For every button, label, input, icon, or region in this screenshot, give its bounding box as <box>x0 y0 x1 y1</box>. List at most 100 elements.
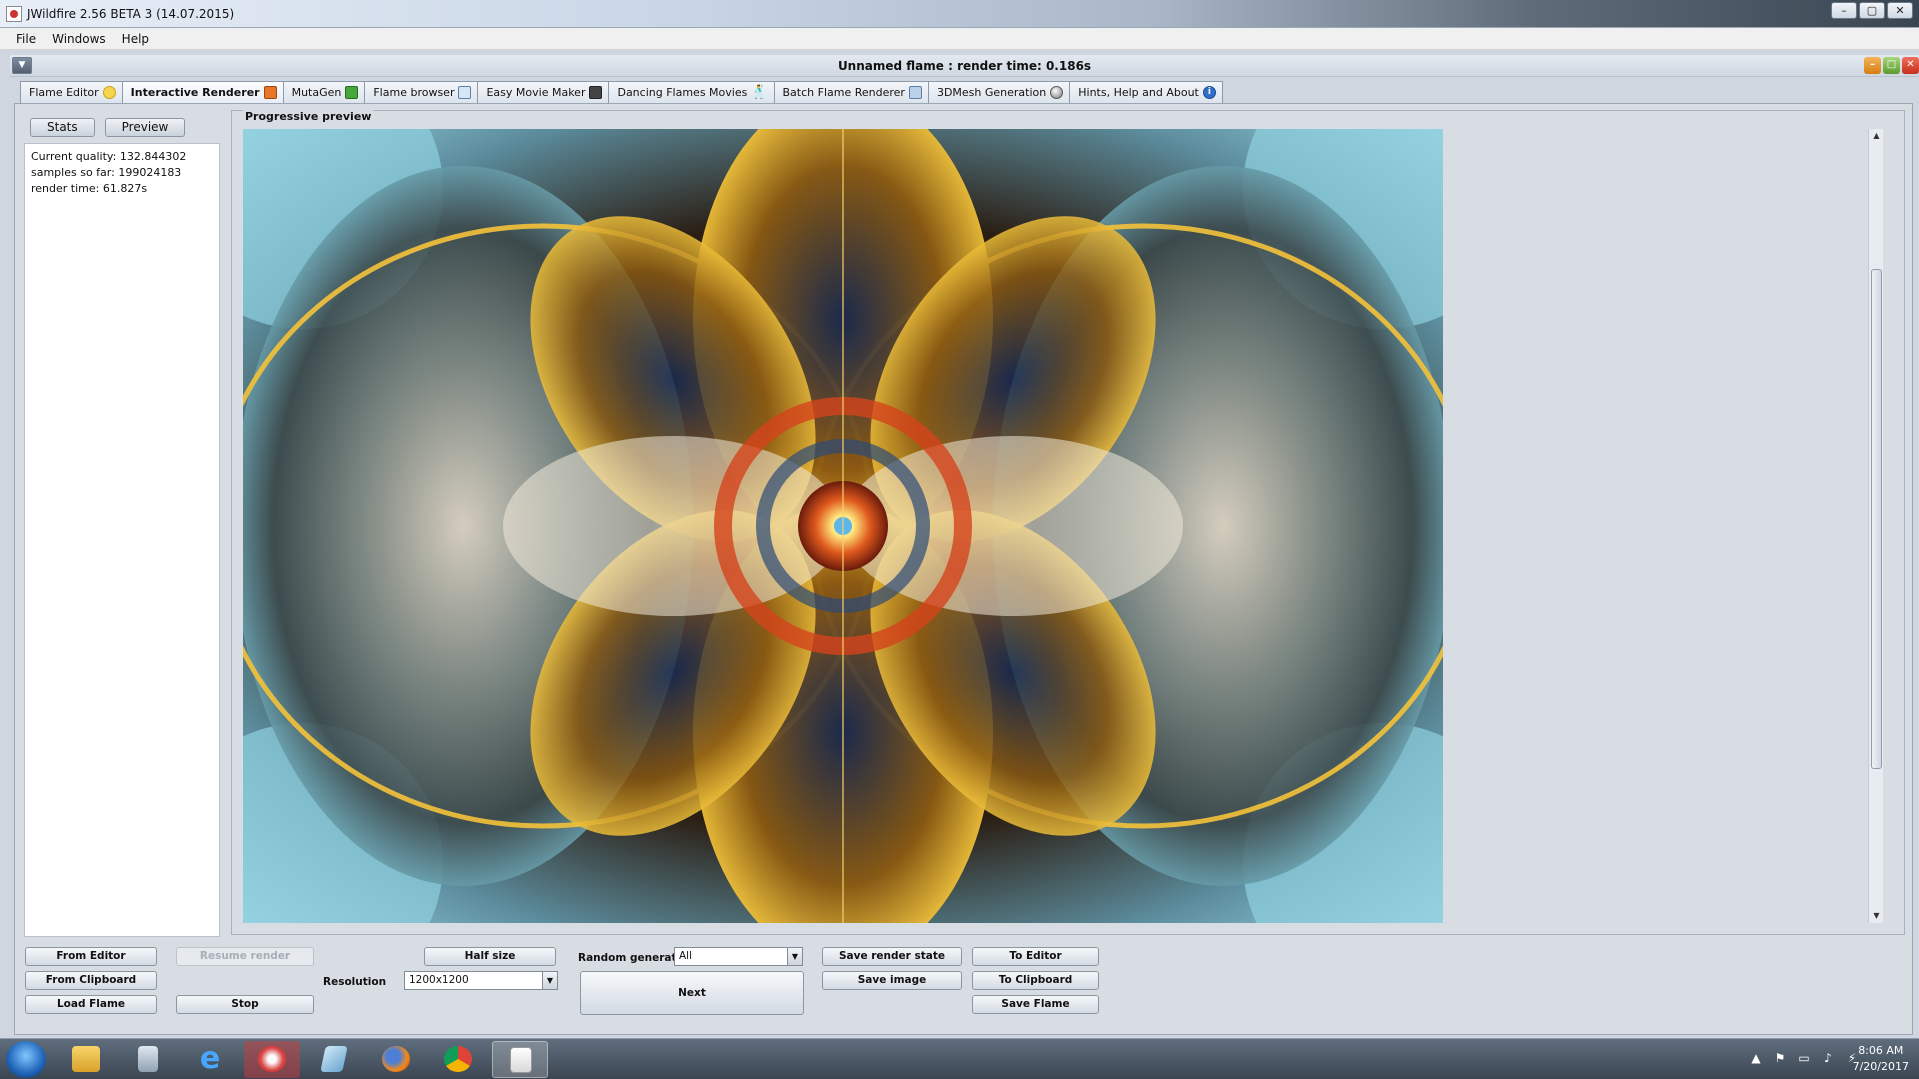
render-time: render time: 61.827s <box>31 182 148 195</box>
main-tabs: Flame Editor Interactive Renderer MutaGe… <box>20 81 1223 103</box>
vertical-scrollbar[interactable]: ▲ ▼ <box>1868 129 1883 923</box>
start-button[interactable] <box>6 1041 46 1078</box>
chrome-taskbar-button[interactable] <box>430 1041 486 1078</box>
left-panel: Stats Preview Current quality: 132.84430… <box>24 113 220 937</box>
clock-time: 8:06 AM <box>1858 1044 1904 1057</box>
info-icon: i <box>1202 86 1216 99</box>
flag-icon[interactable]: ⚑ <box>1773 1051 1787 1065</box>
volume-icon[interactable]: ♪ <box>1821 1051 1835 1065</box>
java-taskbar-button[interactable] <box>492 1041 548 1078</box>
maximize-button[interactable]: ▢ <box>1859 2 1885 19</box>
firefox-taskbar-button[interactable] <box>368 1041 424 1078</box>
notepad-icon <box>320 1046 348 1072</box>
tab-batch-flame-renderer[interactable]: Batch Flame Renderer <box>773 81 929 103</box>
ie-icon: e <box>199 1041 221 1076</box>
current-quality: Current quality: 132.844302 <box>31 150 187 163</box>
preview-title: Progressive preview <box>243 110 374 123</box>
grid-icon <box>458 86 472 99</box>
system-tray: ▲ ⚑ ▭ ♪ ⚡ <box>1749 1051 1859 1065</box>
resolution-label: Resolution <box>323 976 387 988</box>
java-icon <box>510 1047 532 1073</box>
tab-label: 3DMesh Generation <box>936 86 1047 99</box>
from-clipboard-button[interactable]: From Clipboard <box>25 971 157 990</box>
random-generator-value: All <box>679 950 693 962</box>
minimize-button[interactable]: – <box>1831 2 1857 19</box>
chevron-down-icon[interactable]: ▼ <box>787 948 802 965</box>
calculator-icon <box>138 1046 158 1072</box>
sun-icon <box>102 86 116 99</box>
app-icon <box>6 6 22 22</box>
ball-icon <box>1050 86 1064 99</box>
frame-minimize-button[interactable]: – <box>1864 57 1881 74</box>
render-icon <box>263 86 277 99</box>
tab-interactive-renderer[interactable]: Interactive Renderer <box>121 81 284 103</box>
internal-frame-title-bar: ▼ Unnamed flame : render time: 0.186s – … <box>10 55 1919 77</box>
tab-label: MutaGen <box>291 86 342 99</box>
clock-date: 7/20/2017 <box>1852 1060 1909 1073</box>
tab-flame-browser[interactable]: Flame browser <box>364 81 479 103</box>
from-editor-button[interactable]: From Editor <box>25 947 157 966</box>
random-generator-label: Random generator <box>578 952 689 964</box>
window-title: JWildfire 2.56 BETA 3 (14.07.2015) <box>27 7 235 21</box>
clapper-icon <box>589 86 603 99</box>
scroll-up-icon[interactable]: ▲ <box>1869 129 1884 143</box>
save-render-state-button[interactable]: Save render state <box>822 947 962 966</box>
tab-label: Flame Editor <box>29 86 99 99</box>
progressive-preview-panel: Progressive preview ▲ ▼ <box>231 110 1905 935</box>
frame-maximize-button[interactable]: □ <box>1883 57 1900 74</box>
random-generator-select[interactable]: All ▼ <box>674 947 803 966</box>
to-editor-button[interactable]: To Editor <box>972 947 1099 966</box>
scroll-down-icon[interactable]: ▼ <box>1869 909 1884 923</box>
tab-label: Batch Flame Renderer <box>782 86 905 99</box>
to-clipboard-button[interactable]: To Clipboard <box>972 971 1099 990</box>
tab-flame-editor[interactable]: Flame Editor <box>20 81 123 103</box>
windows-taskbar: e ▲ ⚑ ▭ ♪ ⚡ 8:06 AM 7/20/2017 <box>0 1038 1919 1079</box>
menu-file[interactable]: File <box>8 32 44 46</box>
explorer-taskbar-button[interactable] <box>58 1041 114 1078</box>
window-title-bar: JWildfire 2.56 BETA 3 (14.07.2015) – ▢ ✕ <box>0 0 1919 28</box>
stats-text-area[interactable]: Current quality: 132.844302 samples so f… <box>24 143 220 937</box>
chevron-down-icon[interactable]: ▼ <box>542 972 557 989</box>
preview-scroll-area[interactable]: ▲ ▼ <box>243 129 1883 923</box>
dancer-icon: 🕺 <box>751 85 768 100</box>
tab-3dmesh-generation[interactable]: 3DMesh Generation <box>927 81 1071 103</box>
network-icon[interactable]: ▭ <box>1797 1051 1811 1065</box>
notepad-taskbar-button[interactable] <box>306 1041 362 1078</box>
resolution-value: 1200x1200 <box>409 974 469 986</box>
firefox-icon <box>382 1046 410 1072</box>
preview-tab-button[interactable]: Preview <box>104 118 186 137</box>
save-flame-button[interactable]: Save Flame <box>972 995 1099 1014</box>
tab-label: Flame browser <box>373 86 455 99</box>
dna-icon <box>345 86 359 99</box>
ie-taskbar-button[interactable]: e <box>182 1041 238 1078</box>
show-hidden-icons-icon[interactable]: ▲ <box>1749 1051 1763 1065</box>
load-flame-button[interactable]: Load Flame <box>25 995 157 1014</box>
tab-easy-movie-maker[interactable]: Easy Movie Maker <box>477 81 610 103</box>
tab-label: Dancing Flames Movies <box>617 86 748 99</box>
calculator-taskbar-button[interactable] <box>120 1041 176 1078</box>
tab-hints-help-about[interactable]: Hints, Help and About i <box>1069 81 1223 103</box>
scrollbar-thumb[interactable] <box>1871 269 1882 769</box>
resolution-select[interactable]: 1200x1200 ▼ <box>404 971 558 990</box>
tab-mutagen[interactable]: MutaGen <box>282 81 366 103</box>
frame-title: Unnamed flame : render time: 0.186s <box>837 59 1092 73</box>
split-pane-divider[interactable] <box>222 113 228 937</box>
save-image-button[interactable]: Save image <box>822 971 962 990</box>
menu-bar: File Windows Help <box>0 28 1919 50</box>
chrome-icon <box>444 1046 472 1072</box>
tab-dancing-flames-movies[interactable]: Dancing Flames Movies 🕺 <box>608 81 775 103</box>
taskbar-clock[interactable]: 8:06 AM 7/20/2017 <box>1853 1043 1909 1075</box>
half-size-button[interactable]: Half size <box>424 947 556 966</box>
stats-tab-button[interactable]: Stats <box>30 118 95 137</box>
frame-close-button[interactable]: ✕ <box>1902 57 1919 74</box>
tab-label: Easy Movie Maker <box>486 86 586 99</box>
stop-button[interactable]: Stop <box>176 995 314 1014</box>
tab-label: Hints, Help and About <box>1078 86 1199 99</box>
resume-render-button[interactable]: Resume render <box>176 947 314 966</box>
close-button[interactable]: ✕ <box>1887 2 1913 19</box>
batch-icon <box>908 86 922 99</box>
menu-windows[interactable]: Windows <box>44 32 114 46</box>
menu-help[interactable]: Help <box>114 32 157 46</box>
snipping-taskbar-button[interactable] <box>244 1041 300 1078</box>
next-button[interactable]: Next <box>580 971 804 1015</box>
